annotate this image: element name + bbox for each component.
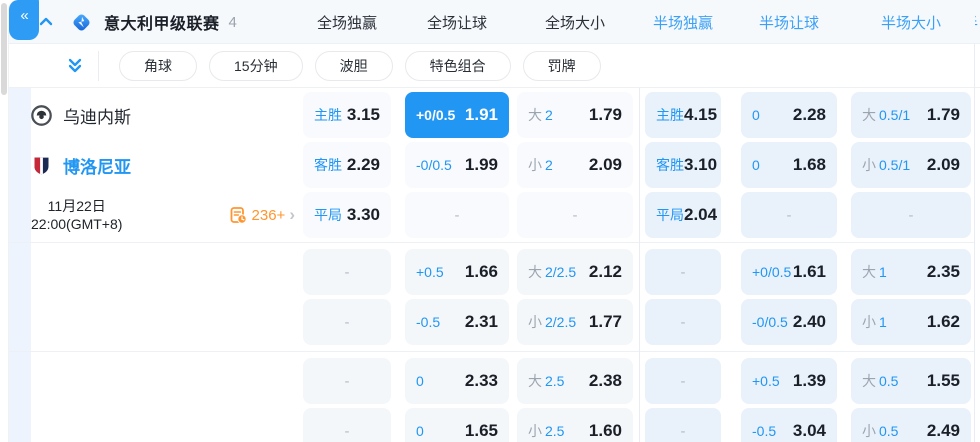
odds-cell-full-handicap: - [405,192,509,238]
odds-cell-full-handicap[interactable]: -0.5 2.31 [405,299,509,345]
expand-more-icon[interactable] [65,56,85,76]
odds-cell-full-win[interactable]: 客胜 2.29 [303,142,391,188]
main-markets-block: 乌迪内斯 博洛尼亚 11月22日 22:00(GMT+8) 236+ › 主胜 … [9,88,980,242]
odds-cell-half-handicap: - [741,192,837,238]
odds-cell-full-win: - [303,249,391,295]
markets-list-icon [230,206,247,224]
odds-cell-full-win: - [303,358,391,404]
serie-a-logo-icon [73,13,90,31]
odds-cell-half-over-under[interactable]: 大 0.5 1.55 [851,358,971,404]
more-markets-count: 236+ [251,206,286,224]
odds-cell-half-win[interactable]: 客胜 3.10 [645,142,721,188]
odds-cell-half-win: - [645,408,721,442]
odds-cell-half-over-under[interactable]: 小 0.5 2.49 [851,408,971,442]
left-scrollbar-thumb[interactable] [1,3,7,95]
league-odds-card: 全场独赢 全场让球 全场大小 半场独赢 半场让球 半场大小 意大利甲级联赛 4 … [8,0,980,442]
match-time: 22:00(GMT+8) [31,216,123,232]
odds-cell-half-over-under: - [851,192,971,238]
odds-cell-half-handicap[interactable]: 0 2.28 [741,92,837,138]
odds-page: 全场独赢 全场让球 全场大小 半场独赢 半场让球 半场大小 意大利甲级联赛 4 … [0,0,980,442]
odds-content: 乌迪内斯 博洛尼亚 11月22日 22:00(GMT+8) 236+ › 主胜 … [9,88,980,442]
filter-pill-cards[interactable]: 罚牌 [522,50,601,81]
odds-cell-full-win[interactable]: 主胜 3.15 [303,92,391,138]
league-name: 意大利甲级联赛 [104,16,220,33]
odds-cell-full-over-under: - [517,192,633,238]
filter-pill-15min[interactable]: 15分钟 [209,50,303,81]
odds-cell-half-handicap[interactable]: +0.5 1.39 [741,358,837,404]
section-divider [639,88,640,442]
secondary-markets-block: - +0.5 1.66 大 2/2.5 2.12- +0/0.5 1.61 大 1 2.35- -0.… [9,243,980,351]
filter-bar: 角球 15分钟 波胆 特色组合 罚牌 [9,44,980,88]
odds-cell-full-over-under[interactable]: 小 2/2.5 1.77 [517,299,633,345]
odds-cell-full-handicap[interactable]: +0.5 1.66 [405,249,509,295]
league-header-bar: 全场独赢 全场让球 全场大小 半场独赢 半场让球 半场大小 意大利甲级联赛 4 [9,0,980,44]
right-divider [974,44,975,442]
odds-cell-half-win[interactable]: 主胜 4.15 [645,92,721,138]
more-markets-link[interactable]: 236+ › [230,205,295,225]
odds-cell-full-win[interactable]: 平局 3.30 [303,192,391,238]
away-team-name: 博洛尼亚 [63,157,131,177]
odds-cell-half-over-under[interactable]: 大 1 2.35 [851,249,971,295]
odds-cell-half-win: - [645,358,721,404]
league-match-count: 4 [228,13,237,31]
odds-cell-half-over-under[interactable]: 小 0.5/1 2.09 [851,142,971,188]
filter-divider [98,50,99,81]
filter-pill-corners[interactable]: 角球 [119,50,197,81]
odds-cell-full-over-under[interactable]: 大 2 1.79 [517,92,633,138]
odds-cell-half-handicap[interactable]: -0.5 3.04 [741,408,837,442]
match-date: 11月22日 [47,198,106,214]
home-team-row[interactable]: 乌迪内斯 [31,92,303,138]
home-team-name: 乌迪内斯 [63,107,131,127]
filter-pill-correct-score[interactable]: 波胆 [314,50,393,81]
column-header-full-handicap: 全场让球 [426,14,487,32]
odds-cell-half-over-under[interactable]: 小 1 1.62 [851,299,971,345]
odds-cell-full-win: - [303,299,391,345]
odds-cell-full-over-under[interactable]: 小 2 2.09 [517,142,633,188]
match-meta-row: 11月22日 22:00(GMT+8) 236+ › [31,192,303,238]
block-separator [9,242,974,243]
odds-cell-full-over-under[interactable]: 大 2.5 2.38 [517,358,633,404]
odds-cell-full-win: - [303,408,391,442]
column-header-half-win[interactable]: 半场独赢 [645,12,721,33]
odds-cell-half-win[interactable]: 平局 2.04 [645,192,721,238]
chevron-double-left-icon: « [20,6,28,24]
home-team-badge [31,104,52,126]
odds-cell-half-win: - [645,249,721,295]
odds-cell-half-handicap[interactable]: +0/0.5 1.61 [741,249,837,295]
odds-cell-full-over-under[interactable]: 大 2/2.5 2.12 [517,249,633,295]
tertiary-markets-block: -0 2.33 大 2.5 2.38- +0.5 1.39 大 0.5 1.55-0 1.65 小 2.… [9,352,980,442]
odds-cell-half-over-under[interactable]: 大 0.5/1 1.79 [851,92,971,138]
odds-cell-full-handicap[interactable]: -0/0.5 1.99 [405,142,509,188]
block-separator [9,351,974,352]
market-filter-pills: 角球 15分钟 波胆 特色组合 罚牌 [119,50,601,81]
column-header-half-handicap[interactable]: 半场让球 [741,12,837,33]
column-header-full-over-under: 全场大小 [544,14,605,32]
odds-cell-half-handicap[interactable]: -0/0.5 2.40 [741,299,837,345]
collapse-league-icon[interactable] [37,13,55,31]
chevron-right-icon: › [289,205,295,224]
odds-cell-full-handicap[interactable]: +0/0.5 1.91 [405,92,509,138]
away-team-badge [34,157,49,174]
odds-cell-full-handicap[interactable]: 0 1.65 [405,408,509,442]
column-header-half-over-under[interactable]: 半场大小 [851,12,971,33]
match-datetime: 11月22日 22:00(GMT+8) [31,197,122,233]
odds-cell-half-win: - [645,299,721,345]
clipped-next-column: 半 [975,12,980,32]
column-header-full-win: 全场独赢 [316,14,377,32]
away-team-row[interactable]: 博洛尼亚 [31,142,303,188]
odds-cell-half-handicap[interactable]: 0 1.68 [741,142,837,188]
collapse-panel-tab[interactable]: « [9,0,39,40]
odds-cell-full-handicap[interactable]: 0 2.33 [405,358,509,404]
filter-pill-special-combo[interactable]: 特色组合 [404,50,511,81]
odds-cell-full-over-under[interactable]: 小 2.5 1.60 [517,408,633,442]
